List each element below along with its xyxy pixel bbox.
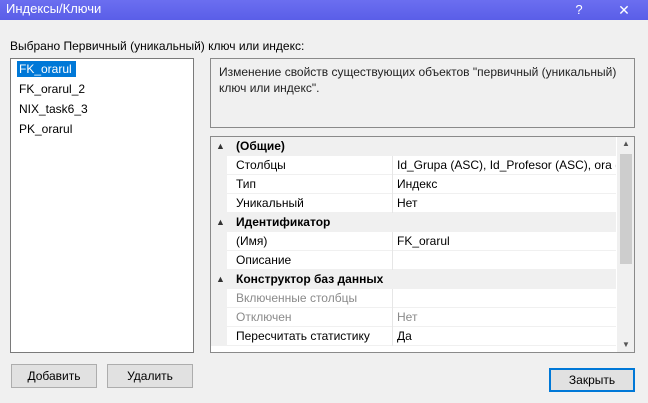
category-database-designer[interactable]: ▲ Конструктор баз данных	[211, 270, 616, 289]
description-panel: Изменение свойств существующих объектов …	[210, 58, 635, 128]
property-value[interactable]: Индекс	[397, 175, 616, 194]
property-row-disabled[interactable]: Отключен Нет	[211, 308, 616, 327]
collapse-icon[interactable]: ▲	[216, 270, 225, 289]
delete-button[interactable]: Удалить	[107, 364, 193, 388]
key-item-label: NIX_task6_3	[19, 102, 88, 116]
property-name: Уникальный	[236, 196, 304, 210]
property-value[interactable]: Нет	[397, 194, 616, 213]
property-name: (Имя)	[236, 234, 268, 248]
property-row-name[interactable]: (Имя) FK_orarul	[211, 232, 616, 251]
key-item-fk-orarul-2[interactable]: FK_orarul_2	[11, 79, 193, 99]
property-row-unique[interactable]: Уникальный Нет	[211, 194, 616, 213]
close-button[interactable]: Закрыть	[549, 368, 635, 392]
scroll-up-icon[interactable]: ▲	[617, 137, 634, 151]
property-value[interactable]: FK_orarul	[397, 232, 616, 251]
close-window-button[interactable]: ✕	[614, 0, 634, 20]
property-name: Тип	[236, 177, 257, 191]
title-bar: Индексы/Ключи ? ✕	[0, 0, 648, 20]
collapse-icon[interactable]: ▲	[216, 137, 225, 156]
property-name: Столбцы	[236, 158, 286, 172]
property-row-recompute-statistics[interactable]: Пересчитать статистику Да	[211, 327, 616, 346]
key-list[interactable]: FK_orarul FK_orarul_2 NIX_task6_3 PK_ora…	[10, 58, 194, 353]
category-label: (Общие)	[236, 139, 285, 153]
property-value[interactable]: Нет	[397, 308, 616, 327]
category-label: Идентификатор	[236, 215, 331, 229]
selected-key-label: Выбрано Первичный (уникальный) ключ или …	[10, 39, 305, 53]
property-value[interactable]: Id_Grupa (ASC), Id_Profesor (ASC), ora (…	[397, 156, 616, 175]
key-item-pk-orarul[interactable]: PK_orarul	[11, 119, 193, 139]
key-item-label: FK_orarul	[17, 61, 76, 77]
category-general[interactable]: ▲ (Общие)	[211, 137, 616, 156]
scroll-down-icon[interactable]: ▼	[617, 338, 634, 352]
add-button[interactable]: Добавить	[11, 364, 97, 388]
help-button[interactable]: ?	[572, 0, 586, 20]
property-name: Включенные столбцы	[236, 291, 358, 305]
property-name: Отключен	[236, 310, 292, 324]
scrollbar-thumb[interactable]	[620, 154, 632, 264]
property-name: Пересчитать статистику	[236, 329, 370, 343]
property-row-type[interactable]: Тип Индекс	[211, 175, 616, 194]
property-name: Описание	[236, 253, 292, 267]
collapse-icon[interactable]: ▲	[216, 213, 225, 232]
property-value[interactable]: Да	[397, 327, 616, 346]
category-identity[interactable]: ▲ Идентификатор	[211, 213, 616, 232]
key-item-nix-task6-3[interactable]: NIX_task6_3	[11, 99, 193, 119]
property-row-included-columns[interactable]: Включенные столбцы	[211, 289, 616, 308]
category-label: Конструктор баз данных	[236, 272, 384, 286]
property-grid[interactable]: ▲ (Общие) Столбцы Id_Grupa (ASC), Id_Pro…	[210, 136, 635, 353]
window-title: Индексы/Ключи	[6, 1, 102, 16]
key-item-fk-orarul[interactable]: FK_orarul	[11, 59, 193, 79]
key-item-label: PK_orarul	[19, 122, 73, 136]
property-row-description[interactable]: Описание	[211, 251, 616, 270]
key-item-label: FK_orarul_2	[19, 82, 86, 96]
property-row-columns[interactable]: Столбцы Id_Grupa (ASC), Id_Profesor (ASC…	[211, 156, 616, 175]
vertical-scrollbar[interactable]: ▲ ▼	[617, 137, 634, 352]
